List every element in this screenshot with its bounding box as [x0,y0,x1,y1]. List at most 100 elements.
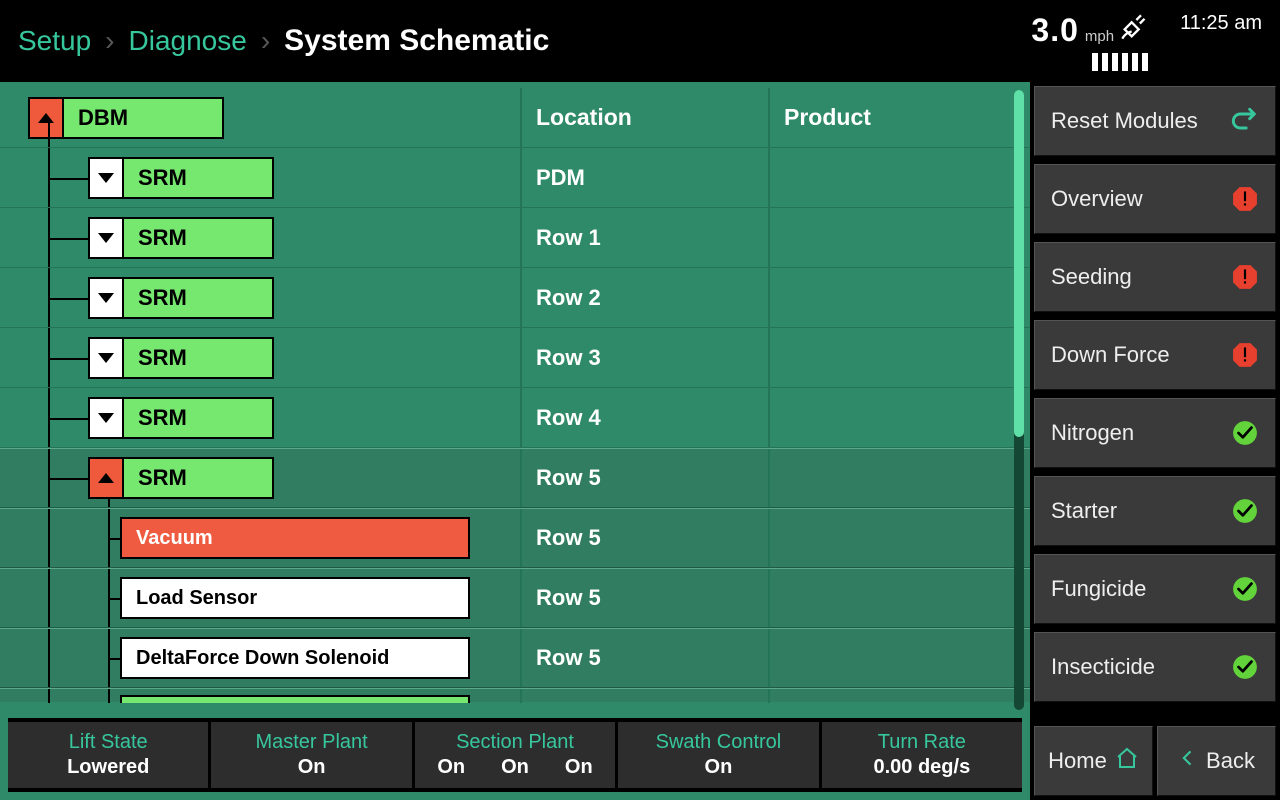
node-srm[interactable]: SRM [124,457,274,499]
sidebar-item-label: Overview [1051,186,1143,212]
location-cell: Row 2 [520,268,768,327]
status-area: 3.0 mph 11:25 am [1031,12,1262,71]
collapse-srm-button[interactable] [88,457,124,499]
location-cell: PDM [520,148,768,207]
undo-icon [1231,107,1259,135]
status-label: Master Plant [255,731,367,754]
status-value: On [705,756,733,779]
sidebar-item-label: Down Force [1051,342,1170,368]
location-cell: Row 5 [520,449,768,507]
back-label: Back [1206,748,1255,774]
sidebar-item-down-force[interactable]: Down Force [1034,320,1276,390]
sidebar-item-seeding[interactable]: Seeding [1034,242,1276,312]
breadcrumb: Setup › Diagnose › System Schematic [18,24,549,58]
status-value: 0.00 deg/s [873,756,970,779]
reset-modules-button[interactable]: Reset Modules [1034,86,1276,156]
sidebar-item-overview[interactable]: Overview [1034,164,1276,234]
location-cell: Row 4 [520,388,768,447]
location-cell: Row 3 [520,328,768,387]
node-dbm[interactable]: DBM [64,97,224,139]
speed-value: 3.0 [1031,12,1078,49]
reset-modules-label: Reset Modules [1051,108,1198,134]
status-section-plant: Section Plant On On On [415,722,618,788]
status-value: On [298,756,326,779]
leaf-deltaforce-down-solenoid[interactable]: DeltaForce Down Solenoid [120,637,470,679]
alert-icon [1231,185,1259,213]
ok-icon [1231,653,1259,681]
sidebar-item-label: Starter [1051,498,1117,524]
breadcrumb-diagnose[interactable]: Diagnose [129,25,247,57]
product-cell [768,629,1030,687]
ok-icon [1231,497,1259,525]
status-value: On [501,756,529,779]
scroll-thumb[interactable] [1014,90,1024,437]
alert-icon [1231,341,1259,369]
chevron-left-icon [1178,746,1198,776]
product-cell [768,388,1030,447]
right-panel: Reset Modules Overview Seeding Down Forc… [1030,82,1280,800]
expand-srm-button[interactable] [88,217,124,259]
satellite-icon [1120,13,1148,41]
home-label: Home [1048,748,1107,774]
product-cell [768,148,1030,207]
product-cell [768,268,1030,327]
expand-srm-button[interactable] [88,397,124,439]
sidebar-item-label: Insecticide [1051,654,1155,680]
status-label: Lift State [69,731,148,754]
expand-srm-button[interactable] [88,337,124,379]
home-icon [1115,746,1139,776]
top-bar: Setup › Diagnose › System Schematic 3.0 … [0,0,1280,82]
location-cell: Row 1 [520,208,768,267]
status-turn-rate: Turn Rate 0.00 deg/s [822,722,1022,788]
page-title: System Schematic [284,24,549,58]
location-cell: Row 5 [520,569,768,627]
tree-scrollbar[interactable] [1014,90,1024,710]
leaf-load-sensor[interactable]: Load Sensor [120,577,470,619]
node-srm[interactable]: SRM [124,277,274,319]
product-cell [768,208,1030,267]
sidebar-item-insecticide[interactable]: Insecticide [1034,632,1276,702]
breadcrumb-sep-icon: › [261,25,270,57]
status-master-plant: Master Plant On [211,722,414,788]
node-srm[interactable]: SRM [124,337,274,379]
leaf-vacuum[interactable]: Vacuum [120,517,470,559]
node-srm[interactable]: SRM [124,157,274,199]
back-button[interactable]: Back [1157,726,1276,796]
product-cell [768,328,1030,387]
breadcrumb-setup[interactable]: Setup [18,25,91,57]
location-cell: Row 5 [520,509,768,567]
sidebar-item-label: Seeding [1051,264,1132,290]
home-button[interactable]: Home [1034,726,1153,796]
status-label: Swath Control [656,731,782,754]
product-cell [768,569,1030,627]
status-value: Lowered [67,756,149,779]
expand-srm-button[interactable] [88,157,124,199]
status-strip: Lift State Lowered Master Plant On Secti… [8,718,1022,792]
location-cell: Row 5 [520,629,768,687]
collapse-dbm-button[interactable] [28,97,64,139]
node-srm[interactable]: SRM [124,217,274,259]
ok-icon [1231,575,1259,603]
sidebar-item-nitrogen[interactable]: Nitrogen [1034,398,1276,468]
node-srm[interactable]: SRM [124,397,274,439]
expand-srm-button[interactable] [88,277,124,319]
status-value: On [437,756,465,779]
signal-bars-icon [1092,53,1148,71]
breadcrumb-sep-icon: › [105,25,114,57]
status-label: Turn Rate [878,731,966,754]
speed-unit: mph [1085,28,1114,45]
product-cell [768,449,1030,507]
alert-icon [1231,263,1259,291]
leaf-partial[interactable] [120,695,470,703]
satellite-small-icon [1142,53,1148,71]
column-header-location: Location [520,88,768,147]
status-lift-state: Lift State Lowered [8,722,211,788]
sidebar-item-starter[interactable]: Starter [1034,476,1276,546]
status-value: On [565,756,593,779]
sidebar-item-label: Fungicide [1051,576,1146,602]
sidebar-item-fungicide[interactable]: Fungicide [1034,554,1276,624]
status-label: Section Plant [456,731,574,754]
clock: 11:25 am [1180,12,1262,35]
product-cell [768,509,1030,567]
column-header-product: Product [768,88,1030,147]
